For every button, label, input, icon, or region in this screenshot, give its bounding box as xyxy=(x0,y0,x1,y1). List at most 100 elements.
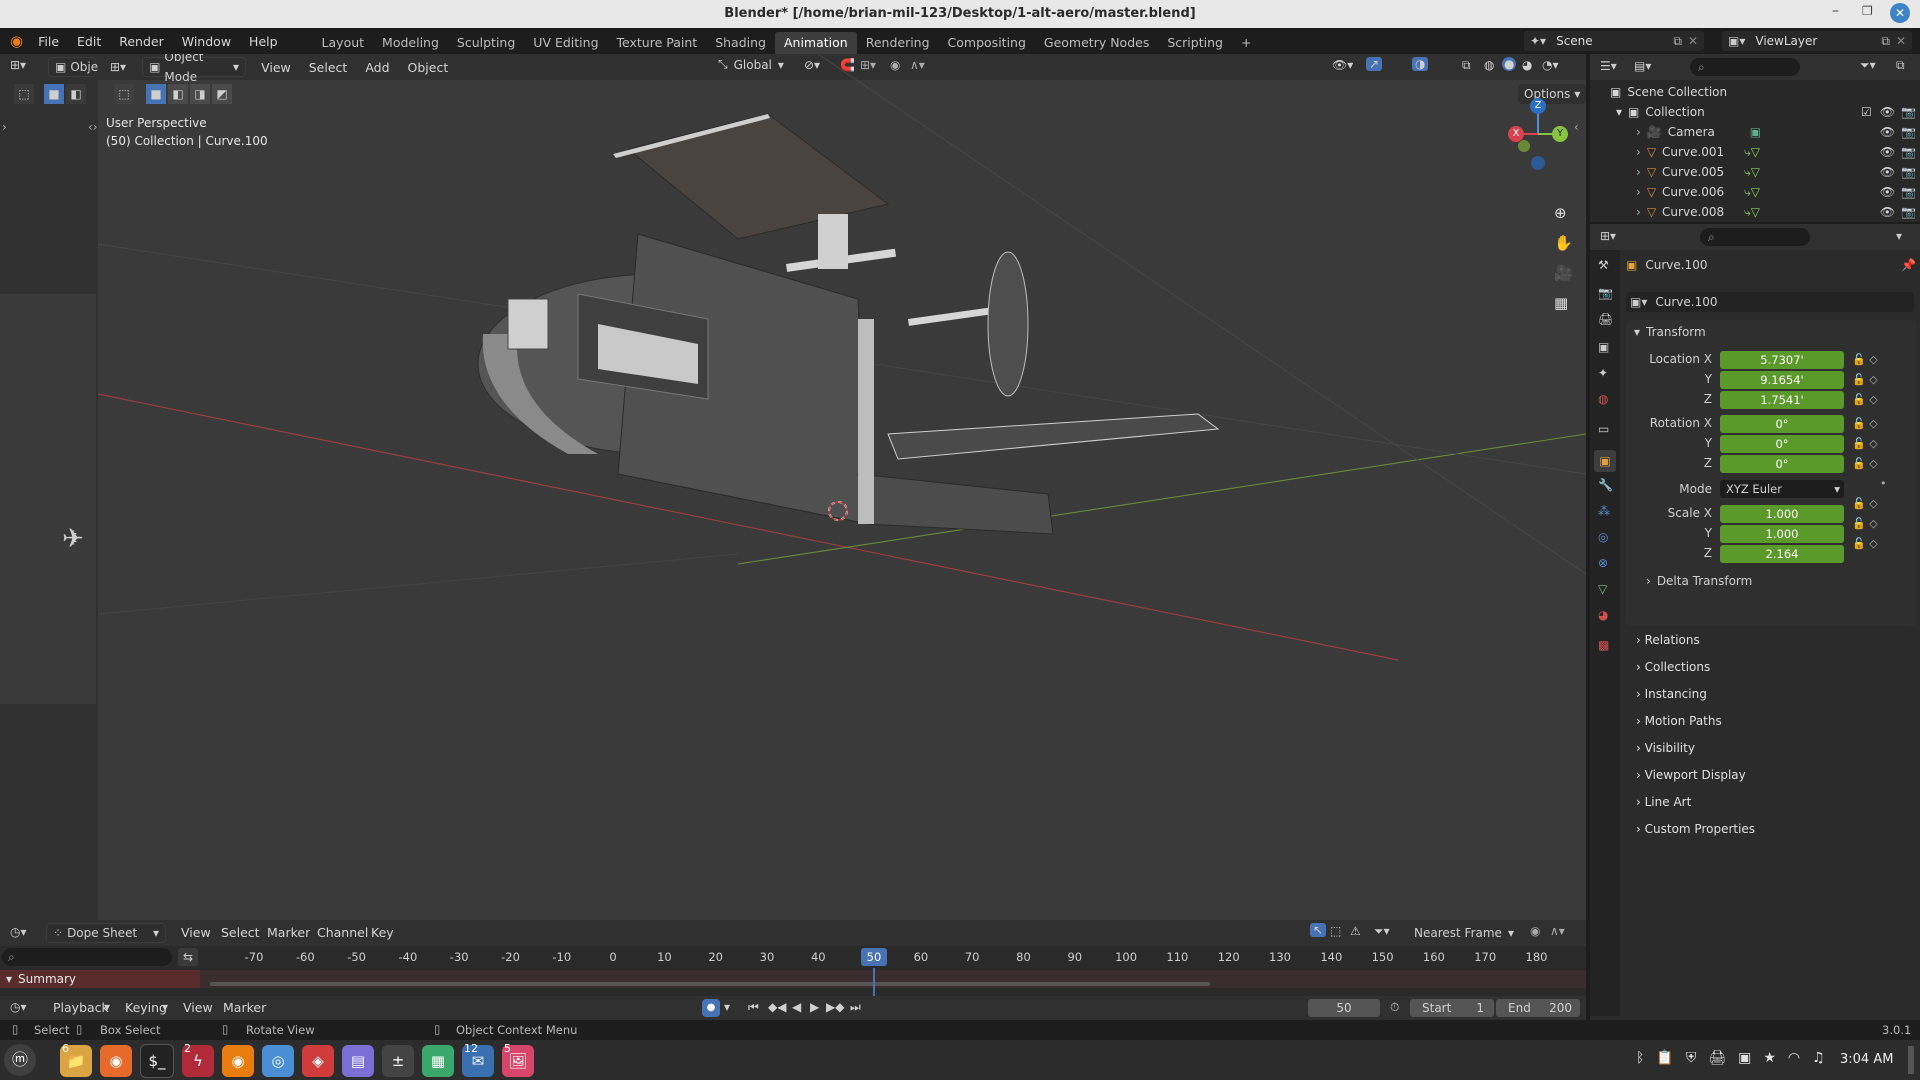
particles-tab-icon[interactable]: ⁂ xyxy=(1598,504,1610,518)
tool-tab-icon[interactable]: ⚒ xyxy=(1598,258,1609,272)
select-tool-icon[interactable]: ⬚ xyxy=(14,84,34,104)
start-frame-field[interactable]: Start 1 xyxy=(1410,999,1494,1017)
tab-texture-paint[interactable]: Texture Paint xyxy=(608,32,707,54)
lock-scale-y-icon[interactable]: 🔓 ◇ xyxy=(1852,514,1912,534)
eye-icon[interactable]: 👁 xyxy=(1880,205,1895,219)
eye-icon[interactable]: 👁 xyxy=(1880,145,1895,159)
current-frame-indicator[interactable]: 50 xyxy=(861,948,887,966)
lock-rotation-z-icon[interactable]: 🔓 ◇ xyxy=(1852,454,1912,474)
tab-uv-editing[interactable]: UV Editing xyxy=(524,32,607,54)
eye-icon[interactable]: 👁 xyxy=(1880,125,1895,139)
scene-tab-icon[interactable]: ✦ xyxy=(1598,366,1608,380)
prev-keyframe-icon[interactable]: ◆◀ xyxy=(768,1000,786,1014)
maximize-button[interactable]: ❐ xyxy=(1862,4,1873,18)
falloff-icon[interactable]: ∧▾ xyxy=(1550,924,1565,938)
panel-line-art[interactable]: › Line Art xyxy=(1626,790,1910,814)
add-workspace-icon[interactable]: + xyxy=(1232,32,1260,54)
transform-header[interactable]: ▾ Transform xyxy=(1634,325,1706,339)
render-camera-icon[interactable]: 📷 xyxy=(1901,205,1916,219)
eye-icon[interactable]: 👁 xyxy=(1880,185,1895,199)
record-icon[interactable]: ● xyxy=(702,999,720,1017)
pin-icon[interactable]: 📌 xyxy=(1901,258,1916,272)
gizmo-z-axis[interactable]: Z xyxy=(1530,98,1546,114)
navigation-gizmo[interactable]: Z X Y xyxy=(1498,94,1578,204)
lock-rotation-y-icon[interactable]: 🔓 ◇ xyxy=(1852,434,1912,454)
files-app-icon[interactable]: 6 📁 xyxy=(60,1042,92,1077)
render-camera-icon[interactable]: 📷 xyxy=(1901,125,1916,139)
editor-type-icon[interactable]: ⊞▾ xyxy=(1600,229,1616,243)
chevron-down-icon[interactable]: ▾ xyxy=(1896,229,1902,243)
pan-hand-icon[interactable]: ✋ xyxy=(1554,234,1573,252)
tab-layout[interactable]: Layout xyxy=(313,32,374,54)
texture-tab-icon[interactable]: ▩ xyxy=(1598,638,1609,652)
render-camera-icon[interactable]: 📷 xyxy=(1901,165,1916,179)
clock-icon[interactable]: ⏱ xyxy=(1390,1000,1399,1015)
viewport-3d[interactable]: ⊞▾ ▣ Object Mode ▾ View Select Add Object … xyxy=(98,54,1586,920)
editor-type-icon[interactable]: ⊞▾ xyxy=(10,58,26,72)
panel-instancing[interactable]: › Instancing xyxy=(1626,682,1910,706)
panel-custom-properties[interactable]: › Custom Properties xyxy=(1626,817,1910,841)
panel-motion-paths[interactable]: › Motion Paths xyxy=(1626,709,1910,733)
editor-type-icon[interactable]: ◷▾ xyxy=(10,1000,27,1014)
frame-ruler[interactable]: -70 -60 -50 -40 -30 -20 -10 0 10 20 30 40 50 60 70 80 90… xyxy=(200,950,1586,968)
material-tab-icon[interactable]: ◕ xyxy=(1598,608,1608,622)
output-tab-icon[interactable]: 🖨 xyxy=(1598,312,1613,326)
gizmo-y-axis[interactable]: Y xyxy=(1552,126,1568,142)
select-new-icon[interactable]: ■ xyxy=(44,84,64,104)
lock-scale-z-icon[interactable]: 🔓 ◇ xyxy=(1852,534,1912,554)
select-extend-icon[interactable]: ◧ xyxy=(66,84,86,104)
wifi-icon[interactable]: ◠ xyxy=(1788,1050,1800,1066)
view-layer-tab-icon[interactable]: ▣ xyxy=(1598,340,1609,354)
checkbox-icon[interactable]: ☑ xyxy=(1861,105,1872,119)
close-icon[interactable]: ✕ xyxy=(1896,34,1906,48)
collapse-arrow-icon[interactable]: › xyxy=(2,120,7,134)
eye-icon[interactable]: 👁 xyxy=(1880,165,1895,179)
filter-icon[interactable]: ⏷▾ xyxy=(1860,58,1876,73)
menu-render[interactable]: Render xyxy=(110,34,173,49)
outliner-item-camera[interactable]: › 🎥 Camera ▣ 👁 📷 xyxy=(1636,122,1916,142)
gizmo-neg-y-axis[interactable] xyxy=(1518,140,1530,152)
git-app-icon[interactable]: ◈ xyxy=(302,1045,334,1077)
clock[interactable]: 3:04 AM xyxy=(1840,1052,1893,1067)
browser-app-icon[interactable]: ◎ xyxy=(262,1045,294,1077)
photos-app-icon[interactable]: 5 🖼 xyxy=(502,1042,534,1077)
properties-search-field[interactable]: ⌕ xyxy=(1700,228,1810,246)
editor-type-icon[interactable]: ◷▾ xyxy=(10,925,27,939)
left-mode-button[interactable]: ▣ Obje xyxy=(48,57,98,77)
rotation-x-field[interactable]: 0° xyxy=(1720,415,1844,433)
jump-end-icon[interactable]: ⏭ xyxy=(850,1000,861,1015)
zoom-icon[interactable]: ⊕ xyxy=(1554,204,1567,222)
object-tab-icon[interactable]: ▣ xyxy=(1594,450,1616,472)
printer-icon[interactable]: 🖨 xyxy=(1708,1050,1726,1066)
eye-icon[interactable]: 👁 xyxy=(1880,105,1895,119)
outliner-search-field[interactable]: ⌕ xyxy=(1690,58,1800,76)
new-collection-icon[interactable]: ⧉ xyxy=(1896,58,1905,73)
copy-icon[interactable]: ⧉ xyxy=(1881,34,1890,49)
lock-scale-x-icon[interactable]: 🔓 ◇ xyxy=(1852,494,1912,514)
editor-type-icon[interactable]: ☰▾ xyxy=(1600,59,1617,73)
blender-app-icon[interactable]: ◉ xyxy=(222,1045,254,1077)
location-z-field[interactable]: 1.7541' xyxy=(1720,391,1844,409)
physics-tab-icon[interactable]: ◎ xyxy=(1598,530,1608,544)
outliner-scene-collection[interactable]: ▣ Scene Collection xyxy=(1610,82,1727,102)
data-tab-icon[interactable]: ▽ xyxy=(1598,582,1607,596)
expand-icon[interactable]: ▾ xyxy=(1616,105,1622,119)
render-camera-icon[interactable]: 📷 xyxy=(1901,185,1916,199)
outliner-item-curve[interactable]: › ▽ Curve.006 ⤷▽ 👁 📷 xyxy=(1636,182,1916,202)
dope-sheet-mode-dropdown[interactable]: ⁘ Dope Sheet ▾ xyxy=(46,923,166,943)
rotation-z-field[interactable]: 0° xyxy=(1720,455,1844,473)
tab-scripting[interactable]: Scripting xyxy=(1158,32,1232,54)
location-x-field[interactable]: 5.7307' xyxy=(1720,351,1844,369)
tab-geometry-nodes[interactable]: Geometry Nodes xyxy=(1035,32,1158,54)
music-icon[interactable]: ♫ xyxy=(1812,1050,1825,1066)
collapse-right-icon[interactable]: ‹ xyxy=(1574,120,1579,134)
editor-app-icon[interactable]: ▤ xyxy=(342,1045,374,1077)
tab-shading[interactable]: Shading xyxy=(706,32,775,54)
snapping-dropdown[interactable]: Nearest Frame ▾ xyxy=(1408,923,1520,943)
gizmo-neg-z-axis[interactable] xyxy=(1531,156,1545,170)
scene-selector[interactable]: ✦▾ Scene ⧉ ✕ xyxy=(1524,31,1704,51)
keyframe-dot-icon[interactable]: • xyxy=(1852,474,1912,494)
datablock-selector[interactable]: ▣▾ Curve.100 xyxy=(1626,292,1914,312)
expand-arrow-icon[interactable]: ‹› xyxy=(88,120,98,134)
rotation-mode-dropdown[interactable]: XYZ Euler ▾ xyxy=(1720,480,1844,498)
